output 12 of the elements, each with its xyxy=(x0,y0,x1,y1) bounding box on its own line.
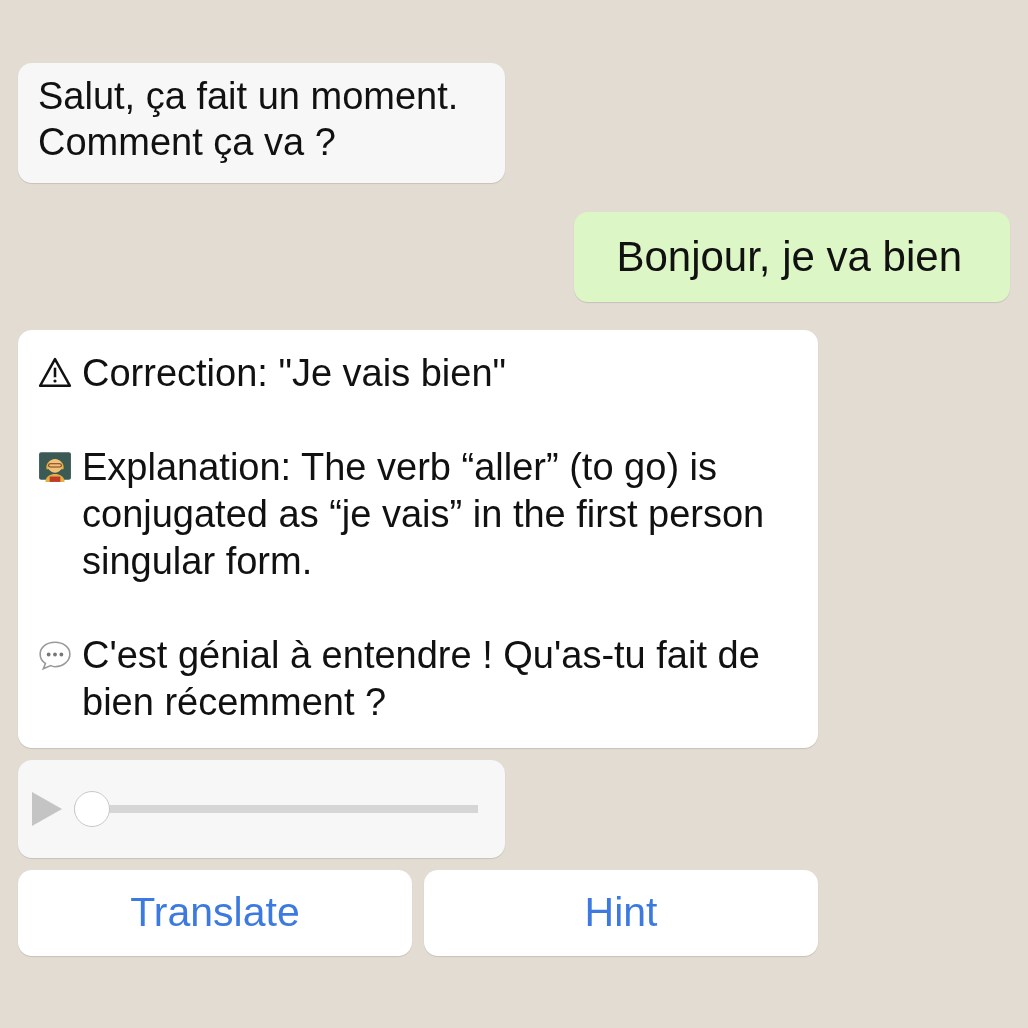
speech-bubble-icon xyxy=(38,638,72,672)
reply-text: C'est génial à entendre ! Qu'as-tu fait de bien récemment ? xyxy=(82,633,761,725)
message-bubble: Bonjour, je va bien xyxy=(574,212,1010,302)
correction-text: Correction: "Je vais bien" xyxy=(82,351,507,396)
slider-thumb[interactable] xyxy=(74,791,110,827)
teacher-icon xyxy=(38,450,72,484)
action-button[interactable]: Hint xyxy=(424,870,818,956)
message-bubble: Salut, ça fait un moment. Comment ça va ? xyxy=(18,63,505,183)
action-button[interactable]: Translate xyxy=(18,870,412,956)
play-icon[interactable] xyxy=(30,790,64,828)
warning-icon xyxy=(38,356,72,390)
explanation-text: Explanation: The verb “aller” (to go) is conjugated as “je vais” in the first person singular form. xyxy=(82,445,766,584)
